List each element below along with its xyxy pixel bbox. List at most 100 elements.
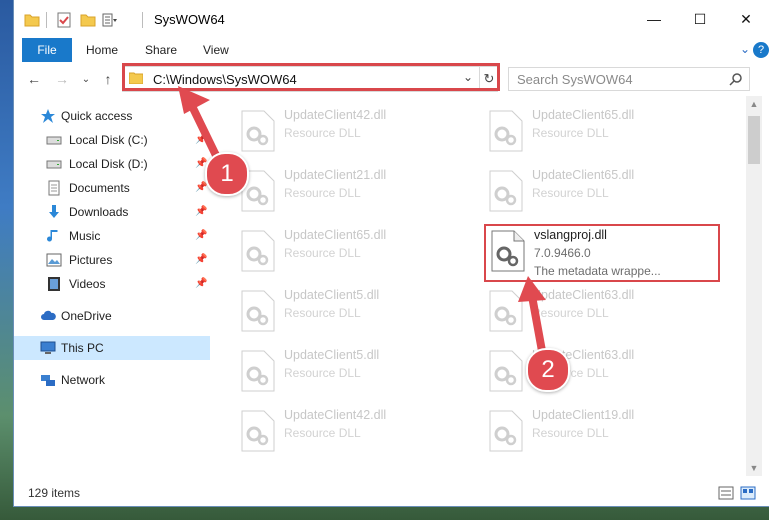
computer-icon (40, 341, 56, 354)
pin-icon: 📌 (195, 278, 208, 289)
sidebar-item-this-pc[interactable]: This PC (14, 336, 210, 360)
network-icon (41, 375, 55, 386)
sidebar-item-onedrive[interactable]: OneDrive (14, 304, 210, 328)
sidebar-item-music[interactable]: Music 📌 (14, 224, 210, 248)
large-icons-view-icon[interactable] (740, 486, 756, 500)
file-list: UpdateClient42.dll Resource DLL UpdateCl… (210, 96, 740, 476)
list-item[interactable]: UpdateClient42.dll Resource DLL (236, 104, 466, 158)
downloads-icon (49, 205, 59, 218)
list-item[interactable]: UpdateClient65.dll Resource DLL (484, 164, 714, 218)
list-item[interactable]: UpdateClient5.dll Resource DLL (236, 284, 466, 338)
details-view-icon[interactable] (718, 486, 734, 500)
file-type: Resource DLL (284, 366, 361, 380)
minimize-button[interactable]: — (631, 0, 677, 38)
divider (46, 12, 47, 28)
file-name: UpdateClient65.dll (532, 108, 635, 122)
properties-icon[interactable] (56, 12, 72, 28)
forward-button[interactable]: → (52, 69, 72, 89)
tab-view[interactable]: View (203, 38, 229, 62)
back-button[interactable]: ← (24, 69, 44, 89)
file-name: UpdateClient65.dll (284, 228, 387, 242)
file-type: Resource DLL (284, 306, 361, 320)
file-name: UpdateClient21.dll (284, 168, 387, 182)
dll-file-icon (241, 290, 275, 332)
list-item[interactable]: UpdateClient19.dll Resource DLL (484, 404, 714, 458)
customize-toolbar-icon[interactable] (102, 12, 118, 28)
file-type: Resource DLL (284, 126, 361, 140)
status-bar: 129 items (14, 478, 769, 506)
explorer-window: SysWOW64 — ☐ ✕ File Home Share View ⌄ ? … (14, 0, 769, 506)
window-title: SysWOW64 (154, 12, 225, 27)
file-type: Resource DLL (532, 186, 609, 200)
file-type: Resource DLL (532, 126, 609, 140)
search-placeholder: Search SysWOW64 (517, 72, 633, 87)
sidebar-item-pictures[interactable]: Pictures 📌 (14, 248, 210, 272)
maximize-button[interactable]: ☐ (677, 0, 723, 38)
sidebar-item-downloads[interactable]: Downloads 📌 (14, 200, 210, 224)
music-icon (47, 230, 58, 242)
dll-file-icon (489, 410, 523, 452)
item-count: 129 items (28, 486, 81, 500)
file-name: UpdateClient5.dll (284, 348, 380, 362)
list-item[interactable]: UpdateClient65.dll Resource DLL (484, 104, 714, 158)
file-type: Resource DLL (284, 186, 361, 200)
star-icon (41, 109, 55, 123)
documents-icon (48, 180, 60, 196)
divider (142, 12, 143, 28)
help-button[interactable]: ? (753, 42, 769, 58)
drive-icon (46, 160, 62, 169)
list-item[interactable]: UpdateClient21.dll Resource DLL (236, 164, 466, 218)
tab-home[interactable]: Home (86, 38, 118, 62)
tab-file[interactable]: File (22, 38, 72, 62)
file-type: Resource DLL (284, 426, 361, 440)
sidebar-item-label: Network (61, 373, 106, 387)
dll-file-icon (241, 350, 275, 392)
up-button[interactable]: ↑ (98, 69, 118, 89)
dll-file-icon (489, 170, 523, 212)
dll-file-icon (489, 110, 523, 152)
file-name: UpdateClient19.dll (532, 408, 635, 422)
tab-share[interactable]: Share (145, 38, 177, 62)
sidebar-item-label: Local Disk (C:) (69, 133, 148, 147)
sidebar-item-label: Downloads (69, 205, 129, 219)
videos-icon (48, 277, 60, 291)
list-item[interactable]: UpdateClient5.dll Resource DLL (236, 344, 466, 398)
sidebar-item-label: Videos (69, 277, 106, 291)
file-name: UpdateClient5.dll (284, 288, 380, 302)
pictures-icon (46, 253, 62, 267)
search-input[interactable]: Search SysWOW64 (508, 67, 750, 91)
cloud-icon (41, 310, 56, 320)
sidebar-item-network[interactable]: Network (14, 368, 210, 392)
close-button[interactable]: ✕ (723, 0, 769, 38)
drive-icon (46, 136, 62, 145)
ribbon-tabs: File Home Share View ⌄ ? (14, 38, 769, 63)
scroll-up-icon[interactable]: ▲ (746, 96, 762, 112)
scroll-down-icon[interactable]: ▼ (746, 460, 762, 476)
pin-icon: 📌 (195, 254, 208, 265)
dll-file-icon (241, 230, 275, 272)
file-type: Resource DLL (284, 246, 361, 260)
file-name: UpdateClient65.dll (532, 168, 635, 182)
dll-file-icon (241, 110, 275, 152)
file-name: UpdateClient42.dll (284, 108, 387, 122)
new-folder-icon[interactable] (80, 12, 96, 28)
folder-icon (24, 14, 40, 27)
pin-icon: 📌 (195, 206, 208, 217)
step-2-badge: 2 (526, 348, 570, 392)
scroll-thumb[interactable] (748, 116, 760, 164)
list-item[interactable]: UpdateClient65.dll Resource DLL (236, 224, 466, 278)
sidebar-item-videos[interactable]: Videos 📌 (14, 272, 210, 296)
file-name: UpdateClient42.dll (284, 408, 387, 422)
vertical-scrollbar[interactable]: ▲ ▼ (746, 96, 762, 476)
title-bar: SysWOW64 — ☐ ✕ (14, 0, 769, 38)
list-item[interactable]: UpdateClient42.dll Resource DLL (236, 404, 466, 458)
expand-ribbon-icon[interactable]: ⌄ (737, 42, 753, 58)
sidebar-item-label: OneDrive (61, 309, 112, 323)
sidebar-item-label: Quick access (61, 109, 133, 123)
sidebar-item-label: Documents (69, 181, 130, 195)
recent-locations-icon[interactable]: ⌄ (76, 69, 96, 89)
pin-icon: 📌 (195, 230, 208, 241)
file-type: Resource DLL (532, 426, 609, 440)
sidebar-item-label: Music (69, 229, 101, 243)
sidebar-item-label: This PC (61, 341, 104, 355)
